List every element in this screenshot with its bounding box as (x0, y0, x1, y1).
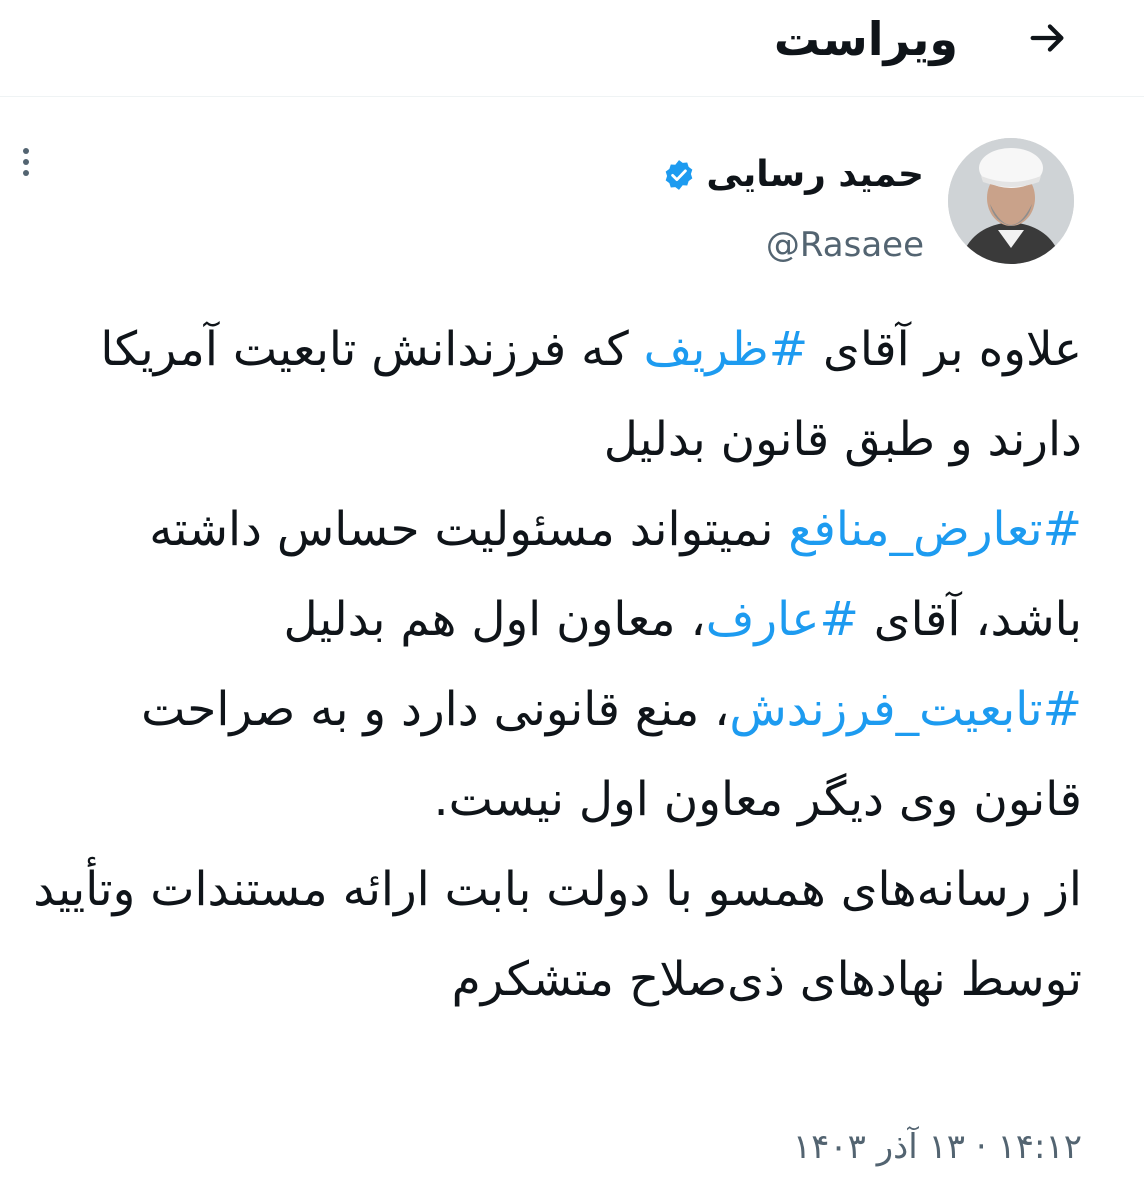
hashtag-link[interactable]: #ظریف (644, 322, 808, 377)
more-dot-icon (23, 170, 29, 176)
hashtag-link[interactable]: #تعارض_منافع (788, 502, 1082, 557)
profile-photo (948, 138, 1074, 264)
author-display-name[interactable]: حمید رسایی (706, 150, 924, 200)
author-handle[interactable]: @Rasaee (766, 220, 924, 270)
tweet-text: علاوه بر آقای #ظریف که فرزندانش تابعیت آ… (30, 305, 1082, 1025)
top-bar: ویراست (0, 0, 1144, 97)
more-dot-icon (23, 148, 29, 154)
arrow-right-icon (1030, 24, 1064, 52)
tweet-timestamp[interactable]: ۱۴:۱۲ · ۱۳ آذر ۱۴۰۳ (793, 1122, 1082, 1172)
tweet-segment: از رسانه‌های همسو با دولت بابت ارائه مست… (33, 862, 1082, 1007)
hashtag-link[interactable]: #تابعیت_فرزندش (729, 682, 1082, 737)
tweet-segment: علاوه بر آقای (808, 322, 1082, 377)
verified-badge-icon (665, 160, 693, 190)
tweet-detail-page: ویراست حمید رسایی @Rasaee علاوه بر آقای … (0, 0, 1144, 1200)
hashtag-link[interactable]: #عارف (706, 592, 859, 647)
more-dot-icon (23, 159, 29, 165)
more-options-button[interactable] (6, 138, 46, 186)
author-name-row: حمید رسایی (662, 150, 924, 200)
back-button[interactable] (1020, 10, 1076, 66)
tweet-segment: ، معاون اول هم بدلیل (283, 592, 706, 647)
avatar[interactable] (948, 138, 1074, 264)
page-title: ویراست (773, 12, 958, 66)
